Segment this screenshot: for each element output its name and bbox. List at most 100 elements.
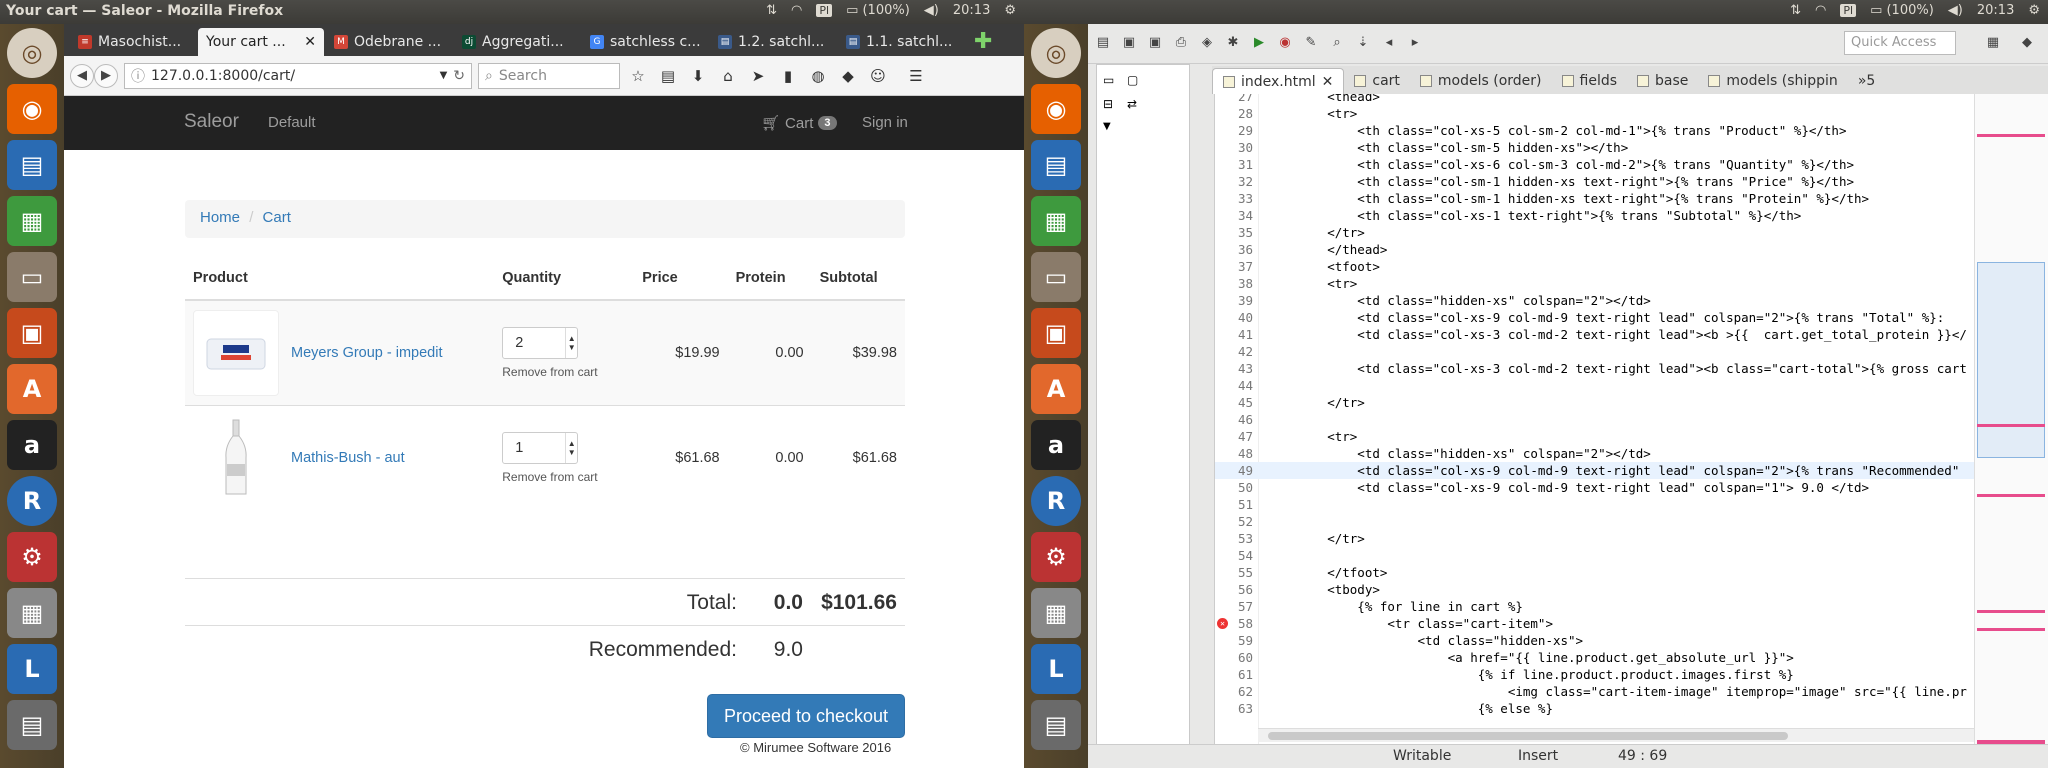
home-icon[interactable]: ⌂ (716, 67, 740, 85)
build-icon[interactable]: ◈ (1198, 35, 1216, 53)
proceed-to-checkout-button[interactable]: Proceed to checkout (707, 694, 905, 738)
keyboard-layout[interactable]: Pl (816, 4, 833, 17)
code-line[interactable]: 47 <tr> (1215, 428, 1974, 445)
files-icon[interactable]: ▭ (7, 252, 57, 302)
code-editor[interactable]: 27 <thead> 28 <tr> 29 <th class="col-xs-5 … (1214, 94, 1974, 744)
browser-tab[interactable]: ≡ Masochist... (70, 28, 196, 56)
adblock-icon[interactable]: ◍ (806, 67, 830, 85)
code-line[interactable]: 53 </tr> (1215, 530, 1974, 547)
editor-tab[interactable]: fields (1552, 68, 1628, 94)
clock[interactable]: 20:13 (953, 3, 990, 18)
extension-icon[interactable]: ▮ (776, 67, 800, 85)
code-line[interactable]: ✕ 58 <tr class="cart-item"> (1215, 615, 1974, 632)
code-line[interactable]: 41 <td class="col-xs-3 col-md-2 text-rig… (1215, 326, 1974, 343)
new-tab-icon[interactable]: ✚ (974, 29, 992, 54)
overview-marker[interactable] (1977, 424, 2045, 427)
run-icon[interactable]: ▶ (1250, 35, 1268, 53)
code-line[interactable]: 33 <th class="col-sm-1 hidden-xs text-ri… (1215, 190, 1974, 207)
scroll-thumb[interactable] (1268, 732, 1788, 740)
code-line[interactable]: 50 <td class="col-xs-9 col-md-9 text-rig… (1215, 479, 1974, 496)
code-line[interactable]: 59 <td class="hidden-xs"> (1215, 632, 1974, 649)
more-tabs[interactable]: »5 (1848, 68, 1885, 94)
bookmark-star-icon[interactable]: ☆ (626, 67, 650, 85)
product-image[interactable] (193, 414, 279, 501)
overview-marker[interactable] (1977, 610, 2045, 613)
close-icon[interactable]: ✕ (304, 34, 316, 50)
code-line[interactable]: 60 <a href="{{ line.product.get_absolute… (1215, 649, 1974, 666)
menu-icon[interactable]: ☰ (904, 67, 928, 85)
product-image[interactable] (193, 309, 279, 396)
code-line[interactable]: 45 </tr> (1215, 394, 1974, 411)
product-link[interactable]: Mathis-Bush - aut (291, 450, 405, 466)
run-external-icon[interactable]: ◉ (1276, 35, 1294, 53)
ubuntu-dash-icon[interactable]: ◎ (7, 28, 57, 78)
send-icon[interactable]: ➤ (746, 67, 770, 85)
overview-ruler[interactable] (1974, 94, 2048, 745)
code-line[interactable]: 43 <td class="col-xs-3 col-md-2 text-rig… (1215, 360, 1974, 377)
code-line[interactable]: 31 <th class="col-xs-6 col-sm-3 col-md-2… (1215, 156, 1974, 173)
overview-marker[interactable] (1977, 494, 2045, 497)
editor-tab[interactable]: cart (1344, 68, 1410, 94)
code-line[interactable]: 48 <td class="hidden-xs" colspan="2"></t… (1215, 445, 1974, 462)
forward-icon[interactable]: ▸ (1406, 35, 1424, 53)
back-icon[interactable]: ◀ (70, 63, 94, 88)
code-line[interactable]: 62 <img class="cart-item-image" itemprop… (1215, 683, 1974, 700)
code-line[interactable]: 37 <tfoot> (1215, 258, 1974, 275)
code-line[interactable]: 40 <td class="col-xs-9 col-md-9 text-rig… (1215, 309, 1974, 326)
wifi-icon[interactable]: ◠ (1815, 3, 1826, 18)
code-line[interactable]: 30 <th class="col-sm-5 hidden-xs"></th> (1215, 139, 1974, 156)
info-icon[interactable]: ⓘ (131, 66, 145, 86)
app-icon[interactable]: ▤ (7, 700, 57, 750)
calc-icon[interactable]: ▦ (1031, 196, 1081, 246)
reading-list-icon[interactable]: ▤ (656, 67, 680, 85)
code-line[interactable]: 44 (1215, 377, 1974, 394)
product-link[interactable]: Meyers Group - impedit (291, 345, 443, 361)
code-line[interactable]: 39 <td class="hidden-xs" colspan="2"></t… (1215, 292, 1974, 309)
code-line[interactable]: 49 <td class="col-xs-9 col-md-9 text-rig… (1215, 462, 1974, 479)
impress-icon[interactable]: ▣ (7, 308, 57, 358)
editor-tab-active[interactable]: index.html ✕ (1212, 68, 1345, 94)
site-brand[interactable]: Saleor (184, 111, 239, 133)
link-editor-icon[interactable]: ⇄ (1127, 97, 1137, 111)
keyboard-layout[interactable]: Pl (1840, 4, 1857, 17)
firefox-icon[interactable]: ◉ (7, 84, 57, 134)
code-line[interactable]: 29 <th class="col-xs-5 col-sm-2 col-md-1… (1215, 122, 1974, 139)
firefox-icon[interactable]: ◉ (1031, 84, 1081, 134)
amazon-icon[interactable]: a (1031, 420, 1081, 470)
browser-tab[interactable]: dj Aggregati... (454, 28, 580, 56)
open-type-icon[interactable]: ✎ (1302, 35, 1320, 53)
editor-tab[interactable]: models (order) (1410, 68, 1552, 94)
url-bar[interactable]: ⓘ 127.0.0.1:8000/cart/ ▼ ↻ (124, 62, 472, 89)
browser-tab-active[interactable]: Your cart ... ✕ (198, 28, 324, 56)
libreoffice-icon[interactable]: L (1031, 644, 1081, 694)
sort-icon[interactable]: ⇅ (766, 3, 777, 18)
code-line[interactable]: 36 </thead> (1215, 241, 1974, 258)
new-icon[interactable]: ▤ (1094, 35, 1112, 53)
software-center-icon[interactable]: A (7, 364, 57, 414)
forward-icon[interactable]: ▶ (94, 63, 118, 88)
horizontal-scrollbar[interactable] (1258, 728, 1974, 742)
download-icon[interactable]: ⬇ (686, 67, 710, 85)
back-icon[interactable]: ◂ (1380, 35, 1398, 53)
overview-marker[interactable] (1977, 628, 2045, 631)
collapse-icon[interactable]: ⊟ (1103, 97, 1113, 111)
quick-access-input[interactable]: Quick Access (1844, 31, 1956, 55)
reload-icon[interactable]: ↻ (453, 68, 465, 84)
r-icon[interactable]: R (1031, 476, 1081, 526)
clock[interactable]: 20:13 (1977, 3, 2014, 18)
python-perspective-icon[interactable]: ◆ (2018, 35, 2036, 53)
browser-tab[interactable]: Gsatchless c... (582, 28, 708, 56)
code-line[interactable]: 34 <th class="col-xs-1 text-right">{% tr… (1215, 207, 1974, 224)
spinner-icon[interactable]: ▲ ▼ (565, 432, 577, 463)
search-icon[interactable]: ⌕ (1328, 35, 1346, 53)
code-line[interactable]: 54 (1215, 547, 1974, 564)
dropdown-icon[interactable]: ▼ (440, 70, 448, 81)
writer-icon[interactable]: ▤ (1031, 140, 1081, 190)
quantity-stepper[interactable]: 2 ▲ ▼ (502, 326, 579, 359)
gear-icon[interactable]: ⚙ (1004, 3, 1016, 18)
annotation-icon[interactable]: ⇣ (1354, 35, 1372, 53)
breadcrumb-home[interactable]: Home (200, 209, 240, 226)
code-line[interactable]: 27 <thead> (1215, 94, 1974, 105)
settings-icon[interactable]: ⚙ (1031, 532, 1081, 582)
editor-tab[interactable]: base (1627, 68, 1698, 94)
